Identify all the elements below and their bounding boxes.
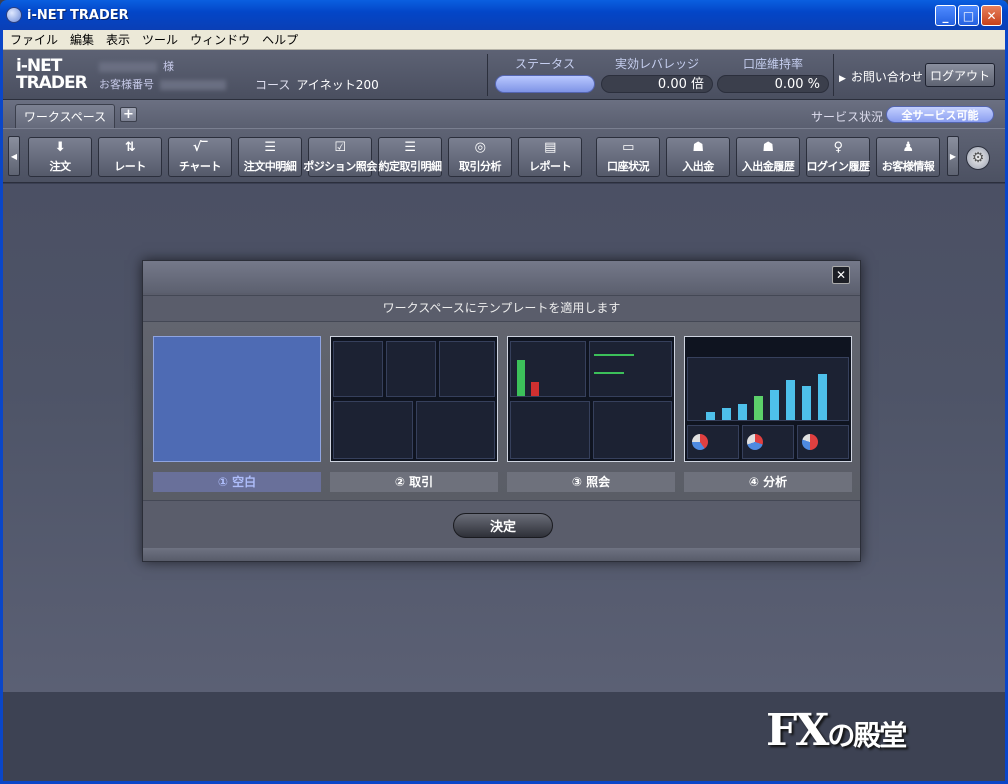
logout-button[interactable]: ログアウト xyxy=(925,63,995,87)
add-tab-button[interactable]: + xyxy=(120,107,137,122)
rate-button[interactable]: ⇅ レート xyxy=(98,137,162,177)
template-list: ① 空白 ② 取引 ③ 照会 ④ 分析 xyxy=(143,321,860,501)
menu-file[interactable]: ファイル xyxy=(4,31,64,48)
template-blank-label[interactable]: ① 空白 xyxy=(153,472,321,492)
toolbar-scroll-left-icon[interactable]: ◀ xyxy=(8,136,20,176)
minimize-button[interactable]: _ xyxy=(935,5,956,26)
chart-icon: √‾ xyxy=(192,140,208,155)
rate-icon: ⇅ xyxy=(124,140,136,155)
checklist-icon: ☑ xyxy=(334,140,346,155)
open-orders-button[interactable]: ☰ 注文中明細 xyxy=(238,137,302,177)
document-icon: ▤ xyxy=(544,140,556,155)
template-trade-preview[interactable] xyxy=(330,336,498,462)
leverage-indicator: 実効レバレッジ 0.00 倍 xyxy=(601,55,713,93)
course-info: コース アイネット200 xyxy=(255,78,379,92)
report-button[interactable]: ▤ レポート xyxy=(518,137,582,177)
account-header: i-NET TRADER 様 お客様番号 コース アイネット200 ステータス 実… xyxy=(3,50,1005,100)
play-icon: ▶ xyxy=(839,74,846,84)
executed-trades-button[interactable]: ☰ 約定取引明細 xyxy=(378,137,442,177)
tab-workspace[interactable]: ワークスペース xyxy=(15,104,115,128)
brand-logo: i-NET TRADER xyxy=(16,56,88,93)
template-dialog: ✕ ワークスペースにテンプレートを適用します ① 空白 ② 取引 ③ 照会 ④ … xyxy=(142,260,861,562)
service-status-badge: 全サービス可能 xyxy=(886,106,994,123)
deposit-withdraw-button[interactable]: ☗ 入出金 xyxy=(666,137,730,177)
window-title: i-NET TRADER xyxy=(27,7,129,23)
inquiry-link[interactable]: ▶ お問い合わせ xyxy=(839,68,923,85)
order-icon: ⬇ xyxy=(54,140,66,155)
menu-window[interactable]: ウィンドウ xyxy=(184,31,256,48)
dialog-header: ✕ xyxy=(143,261,860,293)
account-status-button[interactable]: ▭ 口座状況 xyxy=(596,137,660,177)
menu-view[interactable]: 表示 xyxy=(100,31,136,48)
dialog-bottom-strip xyxy=(143,548,860,561)
menu-help[interactable]: ヘルプ xyxy=(256,31,304,48)
menu-bar: ファイル 編集 表示 ツール ウィンドウ ヘルプ xyxy=(0,30,1008,50)
target-icon: ◎ xyxy=(474,140,486,155)
margin-ratio-indicator: 口座維持率 0.00 % xyxy=(717,55,829,93)
template-analysis-label[interactable]: ④ 分析 xyxy=(684,472,852,492)
toolbar-scroll-right-icon[interactable]: ▶ xyxy=(947,136,959,176)
chart-button[interactable]: √‾ チャート xyxy=(168,137,232,177)
template-analysis-preview[interactable] xyxy=(684,336,852,462)
template-trade-label[interactable]: ② 取引 xyxy=(330,472,498,492)
confirm-button[interactable]: 決定 xyxy=(453,513,553,538)
service-status-label: サービス状況 xyxy=(811,110,884,124)
trade-analysis-button[interactable]: ◎ 取引分析 xyxy=(448,137,512,177)
user-icon: ♟ xyxy=(902,140,914,155)
dialog-footer: 決定 xyxy=(143,502,860,548)
main-toolbar: ◀ ⬇ 注文 ⇅ レート √‾ チャート ☰ 注文中明細 ☑ ポジション照会 ☰ 約定取引明… xyxy=(3,128,1005,183)
menu-tools[interactable]: ツール xyxy=(136,31,184,48)
close-button[interactable]: ✕ xyxy=(981,5,1002,26)
customer-number: お客様番号 xyxy=(99,76,226,92)
template-inquiry-label[interactable]: ③ 照会 xyxy=(507,472,675,492)
maximize-button[interactable]: □ xyxy=(958,5,979,26)
login-history-button[interactable]: ♀ ログイン履歴 xyxy=(806,137,870,177)
watermark-logo: FXの殿堂 xyxy=(766,705,907,756)
deposit-history-button[interactable]: ☗ 入出金履歴 xyxy=(736,137,800,177)
workspace-tab-row: ワークスペース + サービス状況 全サービス可能 xyxy=(3,100,1005,128)
dialog-close-button[interactable]: ✕ xyxy=(832,266,850,284)
list-icon: ☰ xyxy=(264,140,276,155)
money-bag-icon: ☗ xyxy=(692,140,704,155)
order-button[interactable]: ⬇ 注文 xyxy=(28,137,92,177)
money-bag-icon: ☗ xyxy=(762,140,774,155)
app-icon xyxy=(6,7,22,23)
template-inquiry-preview[interactable] xyxy=(507,336,675,462)
customer-info-button[interactable]: ♟ お客様情報 xyxy=(876,137,940,177)
customer-name: 様 xyxy=(99,58,174,74)
card-icon: ▭ xyxy=(622,140,634,155)
template-blank-preview[interactable] xyxy=(153,336,321,462)
list-icon: ☰ xyxy=(404,140,416,155)
dialog-title: ワークスペースにテンプレートを適用します xyxy=(143,295,860,319)
gear-icon[interactable]: ⚙ xyxy=(966,146,990,170)
menu-edit[interactable]: 編集 xyxy=(64,31,100,48)
position-inquiry-button[interactable]: ☑ ポジション照会 xyxy=(303,137,377,177)
status-indicator: ステータス xyxy=(495,55,595,93)
title-bar: i-NET TRADER _ □ ✕ xyxy=(0,0,1008,30)
key-icon: ♀ xyxy=(833,140,843,155)
